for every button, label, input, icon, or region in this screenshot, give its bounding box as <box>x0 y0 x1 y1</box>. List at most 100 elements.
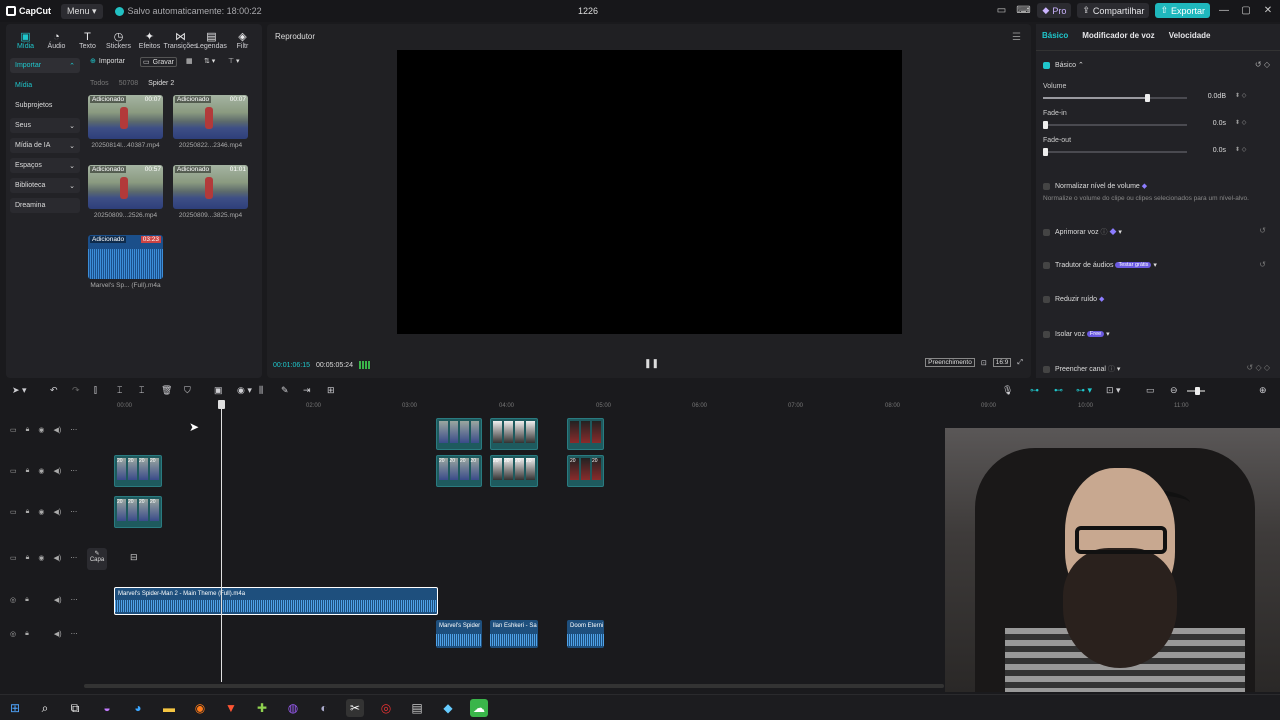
menu-button[interactable]: Menu ▾ <box>61 3 103 19</box>
edge-icon[interactable]: ◕ <box>129 699 147 717</box>
audio-clip-selected[interactable]: Marvel's Spider-Man 2 - Main Theme (Full… <box>114 587 438 615</box>
speaker-icon[interactable]: ◀) <box>54 630 62 638</box>
undo-icon[interactable]: ↶ <box>50 385 58 396</box>
explorer-icon[interactable]: ▬ <box>160 699 178 717</box>
sidenav-import[interactable]: Importar ⌃ <box>10 58 80 73</box>
layout-icon[interactable]: ▭ <box>993 5 1009 16</box>
tab-basic[interactable]: Básico <box>1042 31 1068 40</box>
eye-icon[interactable]: ◉ <box>38 467 44 475</box>
cover-button[interactable]: ✎ Capa <box>87 548 107 570</box>
ai-icon[interactable]: ◉ ▾ <box>237 385 252 396</box>
more-icon[interactable]: ⋯ <box>71 630 78 638</box>
minimize-icon[interactable]: — <box>1216 5 1232 16</box>
audio-clip[interactable]: Doom Eterni <box>567 620 604 648</box>
close-icon[interactable]: ✕ <box>1260 5 1276 16</box>
video-clip[interactable]: 20 20 20 20 <box>436 455 482 487</box>
shield-icon[interactable]: ⛉ <box>184 385 191 396</box>
aspect-ratio-button[interactable]: 16:9 <box>992 358 1012 367</box>
denoise-toggle[interactable]: Reduzir ruído ◆ <box>1043 295 1104 303</box>
fadeout-stepper[interactable]: ⬍ ◇ <box>1235 146 1246 153</box>
audio-translator-toggle[interactable]: Tradutor de áudios Testar grátis ▾ <box>1043 261 1157 269</box>
video-clip[interactable] <box>567 418 604 450</box>
tab-filters[interactable]: ◈ Filtr <box>227 31 258 50</box>
volume-value[interactable]: 0.0dB <box>1194 93 1226 100</box>
steam-icon[interactable]: ◐ <box>315 699 333 717</box>
lock-icon[interactable]: 🔒︎ <box>26 508 30 516</box>
tab-text[interactable]: T Texto <box>72 31 103 50</box>
fill-channel-toggle[interactable]: Preencher canal ⓘ ▾ <box>1043 364 1120 374</box>
fill-mode-button[interactable]: Preenchimento <box>925 358 975 367</box>
tab-captions[interactable]: ▤ Legendas <box>196 31 227 50</box>
app-icon[interactable]: ◆ <box>439 699 457 717</box>
split-icon[interactable]: ⫿ <box>94 385 97 396</box>
select-cursor-icon[interactable]: ➤ ▾ <box>12 385 27 396</box>
eye-icon[interactable]: ◉ <box>38 554 44 562</box>
sidenav-media[interactable]: Mídia <box>10 78 80 93</box>
speaker-icon[interactable]: ◀) <box>53 426 61 434</box>
volume-slider[interactable] <box>1043 94 1187 102</box>
tab-stickers[interactable]: ◷ Stickers <box>103 31 134 50</box>
volume-stepper[interactable]: ⬍ ◇ <box>1235 92 1246 99</box>
sidenav-spaces[interactable]: Espaços ⌄ <box>10 158 80 173</box>
grid-view-icon[interactable]: ▦ <box>186 57 193 65</box>
reset-icon[interactable]: ↺ <box>1259 226 1266 235</box>
tab-media[interactable]: ▣ Mídia <box>10 31 41 50</box>
share-button[interactable]: ⇪ Compartilhar <box>1077 3 1150 18</box>
isolate-voice-toggle[interactable]: Isolar voz Free ▾ <box>1043 330 1110 338</box>
filter-icon[interactable]: ⊤ ▾ <box>228 57 240 65</box>
crumb-folder[interactable]: 50708 <box>119 80 138 87</box>
media-thumbnail[interactable]: Adicionado 00:07 <box>88 95 163 139</box>
fadein-value[interactable]: 0.0s <box>1194 120 1226 127</box>
reset-icon[interactable]: ↺ <box>1259 260 1266 269</box>
audio-thumbnail[interactable]: Adicionado 03:23 <box>88 235 163 279</box>
more-icon[interactable]: ⋯ <box>70 426 77 434</box>
timeline-scrollbar[interactable] <box>84 684 944 688</box>
adjust-icon[interactable]: ⫼ <box>259 385 263 396</box>
fadeout-value[interactable]: 0.0s <box>1194 147 1226 154</box>
crumb-all[interactable]: Todos <box>90 80 109 87</box>
pause-icon[interactable]: ❚❚ <box>644 358 659 369</box>
capcut-taskbar-icon[interactable]: ✂ <box>346 699 364 717</box>
discord-icon[interactable]: ◍ <box>284 699 302 717</box>
video-clip[interactable]: 20 20 <box>567 455 604 487</box>
microphone-icon[interactable]: 🎙 <box>1002 385 1013 396</box>
split-left-icon[interactable]: ⌶ <box>117 385 122 396</box>
lock-icon[interactable]: 🔒︎ <box>25 630 29 638</box>
freeze-icon[interactable]: ⇥ <box>303 385 311 396</box>
more-icon[interactable]: ⋯ <box>70 554 77 562</box>
more-icon[interactable]: ⋯ <box>70 508 77 516</box>
audio-clip[interactable]: llan Eshkeri - Sa <box>490 620 538 648</box>
video-clip[interactable] <box>490 418 538 450</box>
more-icon[interactable]: ⋯ <box>71 596 78 604</box>
maximize-icon[interactable]: ▢ <box>1238 5 1254 16</box>
tab-voice-changer[interactable]: Modificador de voz <box>1082 31 1154 40</box>
reset-icon[interactable]: ↺ ◇ ◇ <box>1247 363 1270 372</box>
shortcuts-icon[interactable]: ⌨ <box>1015 5 1031 16</box>
lock-icon[interactable]: 🔒︎ <box>26 554 30 562</box>
video-clip[interactable] <box>436 418 482 450</box>
crop-icon[interactable]: ⊞ <box>327 385 335 396</box>
pro-button[interactable]: ◆ Pro <box>1037 3 1072 18</box>
sidenav-library[interactable]: Biblioteca ⌄ <box>10 178 80 193</box>
playhead[interactable] <box>218 400 225 682</box>
brave-icon[interactable]: ▼ <box>222 699 240 717</box>
caption-icon[interactable]: ▭ <box>1146 385 1155 396</box>
tab-audio[interactable]: ◔ Áudio <box>41 31 72 50</box>
reset-icon[interactable]: ↺ ◇ <box>1255 60 1270 69</box>
task-view-icon[interactable]: ⧉ <box>66 699 84 717</box>
sidenav-dreamina[interactable]: Dreamina <box>10 198 80 213</box>
lock-icon[interactable]: 🔒︎ <box>25 596 29 604</box>
firefox-icon[interactable]: ◉ <box>191 699 209 717</box>
speaker-icon[interactable]: ◀) <box>54 596 62 604</box>
zoom-slider[interactable] <box>1187 387 1205 395</box>
magic-icon[interactable]: ✎ <box>281 385 289 396</box>
tab-speed[interactable]: Velocidade <box>1169 31 1211 40</box>
crop-icon[interactable]: ⊡ <box>981 359 987 367</box>
app-icon[interactable]: ☁ <box>470 699 488 717</box>
time-ruler[interactable]: 00:00 02:00 03:00 04:00 05:00 06:00 07:0… <box>84 402 1280 414</box>
video-clip[interactable]: 20 20 20 20 <box>490 455 538 487</box>
tab-effects[interactable]: ✦ Efeitos <box>134 31 165 50</box>
audio-clip[interactable]: Marvel's Spider <box>436 620 482 648</box>
preview-axis-icon[interactable]: ⊡ ▾ <box>1106 385 1121 396</box>
fadeout-slider[interactable] <box>1043 148 1187 156</box>
